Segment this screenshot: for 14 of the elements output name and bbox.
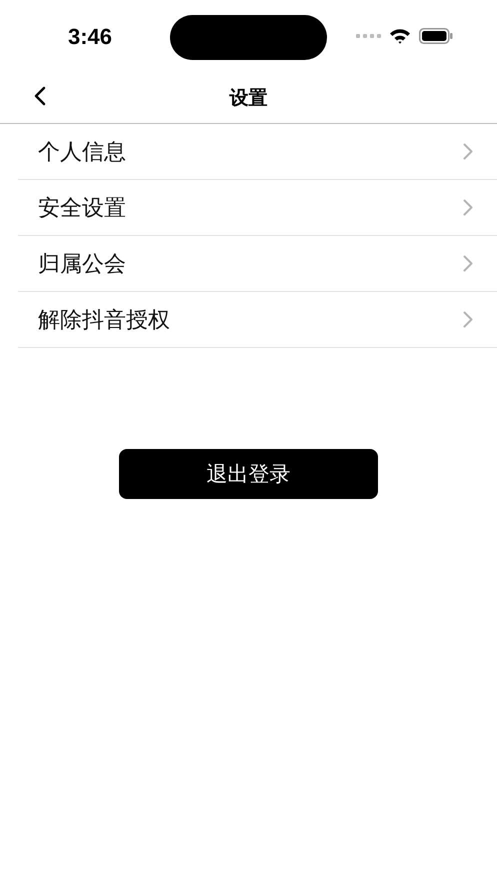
- status-time: 3:46: [68, 24, 112, 50]
- page-title: 设置: [230, 86, 268, 110]
- settings-item[interactable]: 归属公会: [18, 236, 497, 292]
- chevron-right-icon: [463, 143, 473, 160]
- settings-item[interactable]: 个人信息: [18, 124, 497, 180]
- chevron-right-icon: [463, 255, 473, 272]
- chevron-right-icon: [463, 311, 473, 328]
- chevron-right-icon: [463, 199, 473, 216]
- signal-icon: [356, 33, 381, 39]
- wifi-icon: [389, 28, 411, 44]
- logout-button[interactable]: 退出登录: [119, 449, 378, 499]
- settings-item[interactable]: 安全设置: [18, 180, 497, 236]
- battery-icon: [419, 28, 453, 44]
- settings-item[interactable]: 解除抖音授权: [18, 292, 497, 348]
